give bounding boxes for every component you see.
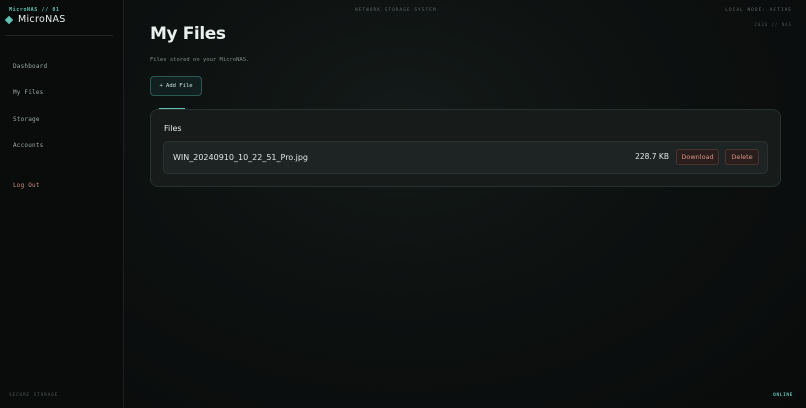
file-row[interactable]: WIN_20240910_10_22_51_Pro.jpg 228.7 KB D…: [163, 141, 768, 174]
file-name[interactable]: WIN_20240910_10_22_51_Pro.jpg: [173, 153, 308, 162]
page-title: My Files: [150, 24, 226, 44]
node-status: LOCAL NODE: ACTIVE: [725, 8, 792, 13]
brand-name: MicroNAS: [18, 14, 66, 25]
node-sublabel: 2026 // NAS: [754, 22, 792, 27]
delete-button[interactable]: Delete: [725, 149, 759, 165]
files-heading: Files: [164, 124, 182, 133]
add-file-button[interactable]: + Add File: [150, 76, 202, 96]
brand[interactable]: MicroNAS: [4, 14, 66, 25]
sidebar-item-storage[interactable]: Storage: [13, 116, 40, 123]
diamond-icon: [4, 15, 14, 24]
sidebar-item-accounts[interactable]: Accounts: [13, 142, 44, 149]
download-button[interactable]: Download: [676, 149, 719, 165]
app-window: MicroNAS // 01 MicroNAS Dashboard My Fil…: [0, 0, 806, 408]
sidebar-item-my-files[interactable]: My Files: [13, 89, 44, 96]
brand-tag: MicroNAS // 01: [9, 7, 60, 13]
logout-link[interactable]: Log Out: [13, 182, 40, 189]
file-size: 228.7 KB: [635, 152, 669, 161]
page-subtitle: Files stored on your MicroNAS.: [150, 57, 250, 63]
system-label: NETWORK STORAGE SYSTEM: [355, 8, 437, 13]
sidebar: MicroNAS // 01 MicroNAS Dashboard My Fil…: [0, 0, 124, 408]
files-card: Files WIN_20240910_10_22_51_Pro.jpg 228.…: [150, 109, 781, 187]
sidebar-footer: SECURE STORAGE: [9, 393, 59, 398]
sidebar-item-dashboard[interactable]: Dashboard: [13, 63, 47, 70]
sidebar-divider: [6, 35, 113, 36]
status-badge: ONLINE: [773, 393, 793, 398]
